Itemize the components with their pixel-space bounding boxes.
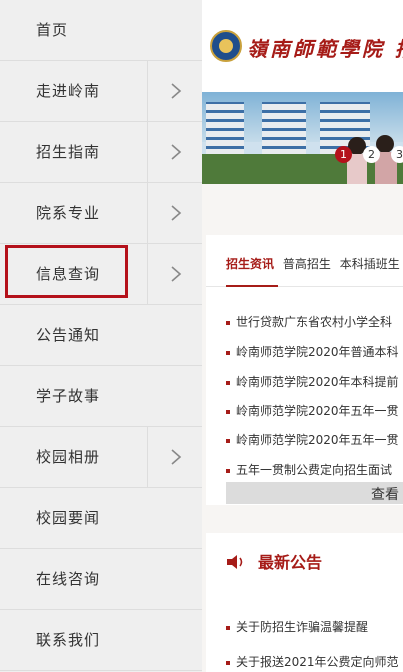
chevron-right-icon xyxy=(171,266,182,282)
tab-admission-news[interactable]: 招生资讯 xyxy=(226,255,274,272)
view-more-label: 查看 xyxy=(371,487,399,503)
notice-list-item[interactable]: 关于报送2021年公费定向师范 xyxy=(226,653,399,670)
view-more-button[interactable]: 查看 xyxy=(226,482,403,504)
menu-item-label: 校园相册 xyxy=(36,448,101,466)
school-logo-icon xyxy=(210,30,242,62)
news-list-item[interactable]: 世行贷款广东省农村小学全科 xyxy=(226,313,392,330)
news-list-item[interactable]: 岭南师范学院2020年普通本科 xyxy=(226,343,399,360)
menu-item-contact[interactable]: 联系我们 xyxy=(0,610,202,671)
menu-item-departments[interactable]: 院系专业 xyxy=(0,183,202,244)
carousel-dot[interactable]: 1 xyxy=(335,146,352,163)
tab-general-admission[interactable]: 普高招生 xyxy=(283,255,331,272)
notice-title: 最新公告 xyxy=(258,553,323,572)
menu-item-label: 公告通知 xyxy=(36,326,101,344)
active-tab-indicator xyxy=(226,285,278,287)
menu-item-about[interactable]: 走进岭南 xyxy=(0,61,202,122)
sidebar-menu: 首页 走进岭南 招生指南 院系专业 信息查询 公告通知 学子故事 校园相册 校园… xyxy=(0,0,202,672)
menu-item-label: 学子故事 xyxy=(36,387,101,405)
bullet-icon xyxy=(226,625,230,630)
school-name: 嶺南師範學院 招 xyxy=(247,37,403,61)
chevron-right-icon xyxy=(171,144,182,160)
expand-button[interactable] xyxy=(147,183,202,243)
menu-item-label: 校园要闻 xyxy=(36,509,101,527)
menu-item-label: 在线咨询 xyxy=(36,570,101,588)
menu-item-notices[interactable]: 公告通知 xyxy=(0,305,202,366)
expand-button[interactable] xyxy=(147,61,202,121)
carousel-dot[interactable]: 3 xyxy=(391,146,403,163)
news-list-item[interactable]: 岭南师范学院2020年本科提前 xyxy=(226,373,399,390)
menu-item-campus-album[interactable]: 校园相册 xyxy=(0,427,202,488)
menu-item-student-stories[interactable]: 学子故事 xyxy=(0,366,202,427)
menu-item-home[interactable]: 首页 xyxy=(0,0,202,61)
bullet-icon xyxy=(226,380,230,385)
expand-button[interactable] xyxy=(147,244,202,304)
expand-button[interactable] xyxy=(147,122,202,182)
news-list-item[interactable]: 岭南师范学院2020年五年一贯 xyxy=(226,431,399,448)
menu-item-label: 首页 xyxy=(36,21,69,39)
main-content: 嶺南師範學院 招 1 2 3 招生资讯 普高招生 本科插班生 世行贷款广东省农村… xyxy=(202,0,403,672)
chevron-right-icon xyxy=(171,449,182,465)
site-header: 嶺南師範學院 招 xyxy=(202,0,403,92)
menu-item-label: 联系我们 xyxy=(36,631,101,649)
news-list-item[interactable]: 五年一贯制公费定向招生面试 xyxy=(226,461,392,478)
menu-item-campus-news[interactable]: 校园要闻 xyxy=(0,488,202,549)
news-tabs: 招生资讯 普高招生 本科插班生 xyxy=(226,255,403,272)
menu-item-label: 院系专业 xyxy=(36,204,101,222)
notice-list-item[interactable]: 关于防招生诈骗温馨提醒 xyxy=(226,618,368,635)
menu-item-label: 招生指南 xyxy=(36,143,101,161)
menu-item-online-consult[interactable]: 在线咨询 xyxy=(0,549,202,610)
notice-card: 最新公告 关于防招生诈骗温馨提醒 关于报送2021年公费定向师范 xyxy=(206,533,403,672)
banner-carousel[interactable]: 1 2 3 xyxy=(202,92,403,184)
selection-highlight-box xyxy=(5,245,128,298)
menu-item-label: 走进岭南 xyxy=(36,82,101,100)
bullet-icon xyxy=(226,409,230,414)
bullet-icon xyxy=(226,660,230,665)
carousel-dot[interactable]: 2 xyxy=(363,146,380,163)
bullet-icon xyxy=(226,438,230,443)
chevron-right-icon xyxy=(171,83,182,99)
tab-transfer-students[interactable]: 本科插班生 xyxy=(340,255,400,272)
bullet-icon xyxy=(226,320,230,325)
chevron-right-icon xyxy=(171,205,182,221)
news-list-item[interactable]: 岭南师范学院2020年五年一贯 xyxy=(226,402,399,419)
news-card: 招生资讯 普高招生 本科插班生 世行贷款广东省农村小学全科 岭南师范学院2020… xyxy=(206,235,403,505)
expand-button[interactable] xyxy=(147,427,202,487)
menu-item-admission-guide[interactable]: 招生指南 xyxy=(0,122,202,183)
bullet-icon xyxy=(226,468,230,473)
bullet-icon xyxy=(226,350,230,355)
speaker-icon xyxy=(227,555,243,569)
